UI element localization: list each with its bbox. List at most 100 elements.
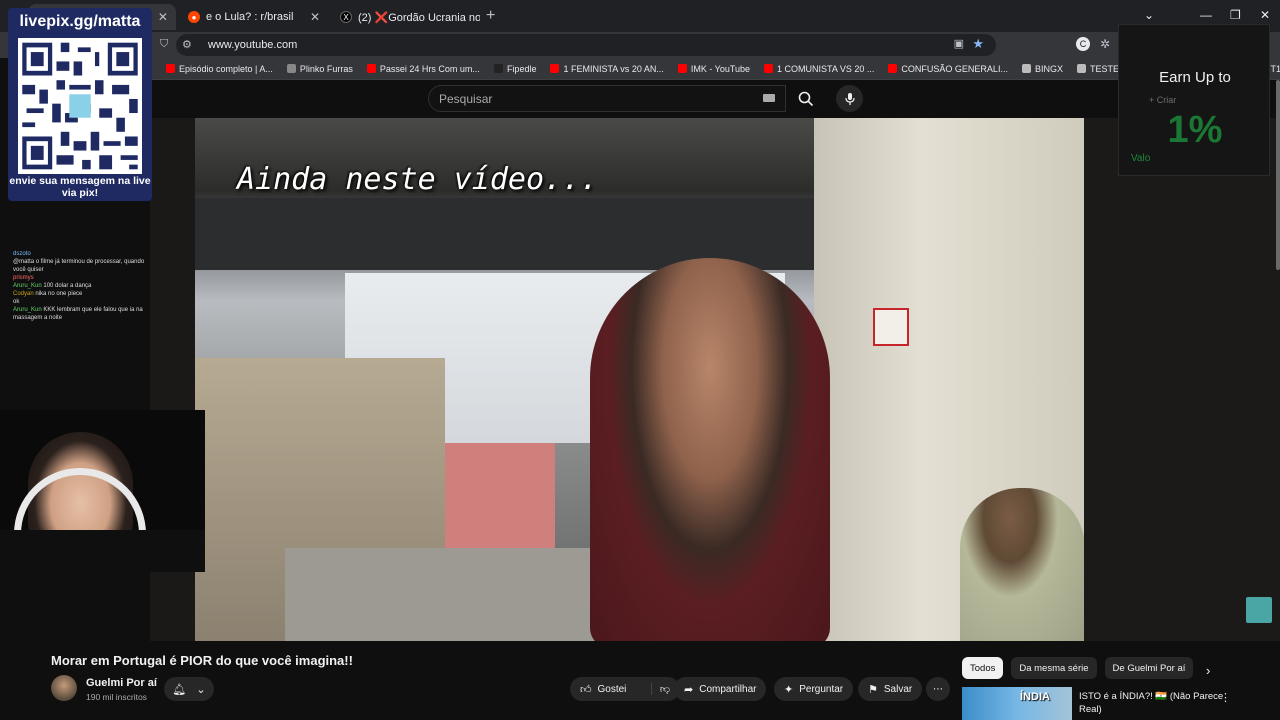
chat-username[interactable]: Codyan: [13, 291, 34, 297]
chevron-down-icon: ⌄: [196, 683, 206, 696]
chat-username[interactable]: prismys: [13, 275, 34, 281]
bookmark-label: 1 COMUNISTA VS 20 ...: [777, 63, 875, 74]
bookmark-favicon-icon: [764, 64, 774, 73]
tab-search-icon[interactable]: ⌄: [1144, 8, 1154, 22]
voice-search-button[interactable]: [836, 85, 863, 112]
address-bar[interactable]: ⚙ www.youtube.com ▣ ★: [176, 34, 996, 56]
dislike-button[interactable]: 👎︎: [650, 683, 670, 695]
notifications-button[interactable]: 🔔︎ ⌄: [164, 677, 214, 701]
shield-icon[interactable]: ⛉: [160, 38, 168, 51]
chat-message: ok: [0, 298, 150, 306]
tab-reddit[interactable]: ● e o Lula? : r/brasil ✕: [180, 4, 328, 30]
chat-message: Codyan nika no one piece: [0, 290, 150, 298]
bookmark-star-icon[interactable]: ★: [972, 36, 984, 52]
earn-sub: Valo: [1131, 153, 1151, 164]
search-button[interactable]: [786, 85, 826, 112]
video-scene-building-red: [445, 443, 555, 553]
minimize-button[interactable]: —: [1200, 8, 1212, 22]
ask-button[interactable]: ✦ Perguntar: [774, 677, 854, 701]
chevron-right-icon[interactable]: ›: [1206, 663, 1210, 678]
keyboard-icon[interactable]: [763, 94, 775, 102]
close-icon[interactable]: ✕: [158, 10, 168, 24]
share-icon: ➦: [684, 683, 694, 696]
channel-avatar[interactable]: [51, 675, 77, 701]
bookmark-item[interactable]: IMK - YouTube: [677, 64, 750, 74]
install-icon[interactable]: ▣: [954, 37, 964, 50]
tab-label: (2) ❌Gordão Ucrania no X: "Q: [358, 11, 480, 24]
thumbs-up-icon: 👍︎: [580, 683, 592, 696]
chip-channel[interactable]: De Guelmi Por aí: [1104, 657, 1194, 679]
earn-value: 1%: [1167, 109, 1223, 151]
close-window-button[interactable]: ✕: [1260, 8, 1270, 22]
chat-text: ok: [13, 299, 20, 305]
video-player[interactable]: Ainda neste vídeo...: [195, 118, 1084, 641]
channel-name[interactable]: Guelmi Por aí: [86, 677, 157, 689]
channel-subscribers: 190 mil inscritos: [86, 692, 147, 702]
chat-username[interactable]: Aruru_Kun: [13, 283, 42, 289]
video-person-background: [960, 488, 1084, 641]
bookmark-item[interactable]: BINGX: [1021, 63, 1063, 74]
bookmark-favicon-icon: [677, 64, 687, 73]
more-icon: ⋯: [933, 683, 943, 695]
bookmark-item[interactable]: Plinko Furras: [286, 64, 353, 74]
video-person: [590, 258, 830, 641]
chat-username[interactable]: Aruru_Kun: [13, 307, 42, 313]
browser-tab-bar: ▶ R ✕ ● e o Lula? : r/brasil ✕ X (2) ❌Go…: [0, 0, 1280, 32]
screen: ▶ R ✕ ● e o Lula? : r/brasil ✕ X (2) ❌Go…: [0, 0, 1280, 720]
tab-label: e o Lula? : r/brasil: [206, 11, 294, 23]
chat-message: Aruru_Kun 100 dolar a dança: [0, 282, 150, 290]
bookmark-favicon-icon: [550, 64, 560, 73]
mini-avatar[interactable]: [1246, 597, 1272, 623]
create-button[interactable]: + Criar: [1149, 95, 1176, 105]
share-button[interactable]: ➦ Compartilhar: [674, 677, 767, 701]
bookmark-favicon-icon: [1076, 64, 1086, 73]
qr-message: envie sua mensagem na live via pix!: [9, 175, 151, 199]
share-label: Compartilhar: [699, 683, 757, 695]
site-info-icon[interactable]: ⚙: [182, 38, 192, 51]
chat-username[interactable]: dszoto: [13, 251, 31, 257]
bookmark-item[interactable]: Fipedle: [493, 64, 536, 74]
bookmark-item[interactable]: Passei 24 Hrs Com um...: [366, 64, 480, 74]
like-button[interactable]: 👍︎ Gostei 👎︎: [570, 677, 680, 701]
extensions-puzzle-icon[interactable]: ✲: [1100, 37, 1110, 51]
more-vert-icon[interactable]: ⋮: [1220, 691, 1231, 704]
recommended-video[interactable]: ÍNDIA ISTO é a ÍNDIA?! 🇮🇳 (Não Parece Re…: [962, 687, 1272, 720]
bookmark-favicon-icon: [166, 64, 175, 73]
bookmark-favicon-icon: [1021, 64, 1031, 73]
x-icon: X: [340, 11, 352, 23]
bookmark-item[interactable]: TESTE: [1076, 64, 1119, 74]
bookmark-item[interactable]: Episódio completo | A...: [166, 64, 273, 74]
youtube-header: Pesquisar: [150, 80, 1120, 118]
new-tab-button[interactable]: +: [486, 7, 495, 25]
qr-code-icon: [18, 38, 142, 174]
video-side-right: [1084, 118, 1280, 641]
chip-all[interactable]: Todos: [962, 657, 1004, 679]
browser-toolbar: ⛉ ⚙ www.youtube.com ▣ ★ C ✲: [0, 32, 1280, 58]
search-input[interactable]: Pesquisar: [428, 85, 786, 112]
maximize-button[interactable]: ❐: [1230, 8, 1241, 22]
bookmark-item[interactable]: 1 FEMINISTA vs 20 AN...: [550, 64, 664, 74]
bookmark-label: BINGX: [1034, 63, 1063, 74]
extension-icon[interactable]: C: [1076, 37, 1090, 51]
webcam-overlay: [0, 410, 205, 572]
video-scene-street: [285, 548, 625, 641]
qr-code: [18, 38, 142, 174]
save-label: Salvar: [883, 683, 913, 695]
like-label: Gostei: [597, 683, 627, 695]
save-button[interactable]: ⚑ Salvar: [858, 677, 923, 701]
chat-message: Aruru_Kun KKK lembram que ele falou que …: [0, 306, 150, 322]
bookmark-item[interactable]: CONFUSÃO GENERALI...: [888, 64, 1008, 74]
tab-x[interactable]: X (2) ❌Gordão Ucrania no X: "Q ✕: [332, 4, 480, 30]
reddit-icon: ●: [188, 11, 200, 23]
scrollbar[interactable]: [1276, 80, 1280, 270]
video-caption: Ainda neste vídeo...: [237, 162, 599, 197]
chip-same-series[interactable]: Da mesma série: [1011, 657, 1097, 679]
recommended-title[interactable]: ISTO é a ÍNDIA?! 🇮🇳 (Não Parece Real): [1079, 690, 1239, 716]
bookmark-label: Episódio completo | A...: [179, 63, 273, 74]
close-icon[interactable]: ✕: [310, 10, 320, 24]
video-title: Morar em Portugal é PIOR do que você ima…: [51, 653, 353, 668]
recommended-thumbnail[interactable]: ÍNDIA: [962, 687, 1072, 720]
more-actions-button[interactable]: ⋯: [926, 677, 950, 701]
bookmark-item[interactable]: 1 COMUNISTA VS 20 ...: [764, 64, 874, 74]
thumbs-down-icon: 👎︎: [659, 684, 670, 695]
